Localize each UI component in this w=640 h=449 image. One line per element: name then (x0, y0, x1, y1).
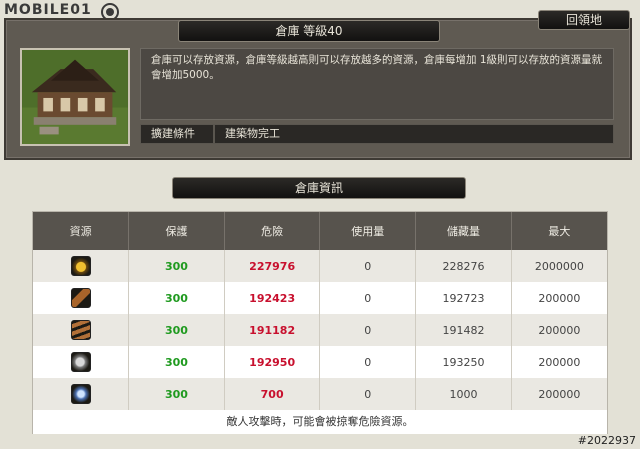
max-cell: 200000 (511, 282, 607, 314)
used-cell: 0 (319, 346, 417, 378)
column-header-used: 使用量 (319, 212, 417, 250)
stored-cell: 191482 (415, 314, 512, 346)
building-description: 倉庫可以存放資源，倉庫等級越高則可以存放越多的資源，倉庫每增加 1級則可以存放的… (140, 48, 614, 120)
danger-cell: 192950 (224, 346, 321, 378)
column-header-danger: 危險 (224, 212, 321, 250)
resource-cell (33, 378, 130, 410)
resource-cell (33, 250, 130, 282)
requirement-label: 擴建條件 (151, 127, 195, 140)
building-title: 倉庫 等級40 (178, 20, 440, 42)
building-image (20, 48, 130, 146)
warehouse-icon (22, 50, 128, 144)
storage-section-title: 倉庫資訊 (172, 177, 466, 199)
requirement-bar: 擴建條件 建築物完工 (140, 124, 614, 144)
table-row: 300 192950 0 193250 200000 (33, 346, 607, 378)
column-header-stored: 儲藏量 (415, 212, 512, 250)
storage-table: 資源 保護 危險 使用量 儲藏量 最大 300 227976 0 228276 … (32, 211, 608, 434)
max-cell: 2000000 (511, 250, 607, 282)
used-cell: 0 (319, 250, 417, 282)
resource-cell (33, 282, 130, 314)
requirement-divider (213, 125, 215, 143)
logs-icon (70, 320, 91, 340)
table-header-row: 資源 保護 危險 使用量 儲藏量 最大 (33, 212, 607, 250)
crystal-icon (70, 384, 91, 404)
protect-cell: 300 (128, 250, 225, 282)
image-id-label: #2022937 (577, 434, 636, 447)
used-cell: 0 (319, 314, 417, 346)
back-to-territory-button[interactable]: 回領地 (538, 10, 630, 30)
protect-cell: 300 (128, 378, 225, 410)
building-panel: 倉庫 等級40 回領地 倉庫可以存放資源，倉庫等級越高則可以存放越多的資源，倉庫… (4, 10, 632, 160)
wood-icon (70, 288, 91, 308)
max-cell: 200000 (511, 378, 607, 410)
danger-cell: 192423 (224, 282, 321, 314)
stored-cell: 1000 (415, 378, 512, 410)
gold-icon (70, 256, 91, 276)
used-cell: 0 (319, 282, 417, 314)
table-row: 300 227976 0 228276 2000000 (33, 250, 607, 282)
resource-cell (33, 346, 130, 378)
protect-cell: 300 (128, 314, 225, 346)
watermark-logo-text: MOBILE01 (4, 2, 92, 18)
protect-cell: 300 (128, 346, 225, 378)
storage-note: 敵人攻擊時，可能會被掠奪危險資源。 (33, 410, 607, 434)
table-row: 300 700 0 1000 200000 (33, 378, 607, 410)
danger-cell: 700 (224, 378, 321, 410)
stored-cell: 193250 (415, 346, 512, 378)
stored-cell: 192723 (415, 282, 512, 314)
table-row: 300 192423 0 192723 200000 (33, 282, 607, 314)
used-cell: 0 (319, 378, 417, 410)
resource-cell (33, 314, 130, 346)
stored-cell: 228276 (415, 250, 512, 282)
column-header-resource: 資源 (33, 212, 130, 250)
danger-cell: 191182 (224, 314, 321, 346)
max-cell: 200000 (511, 346, 607, 378)
column-header-max: 最大 (511, 212, 607, 250)
max-cell: 200000 (511, 314, 607, 346)
requirement-value: 建築物完工 (225, 127, 280, 140)
table-row: 300 191182 0 191482 200000 (33, 314, 607, 346)
stone-icon (70, 352, 91, 372)
column-header-protect: 保護 (128, 212, 225, 250)
danger-cell: 227976 (224, 250, 321, 282)
protect-cell: 300 (128, 282, 225, 314)
